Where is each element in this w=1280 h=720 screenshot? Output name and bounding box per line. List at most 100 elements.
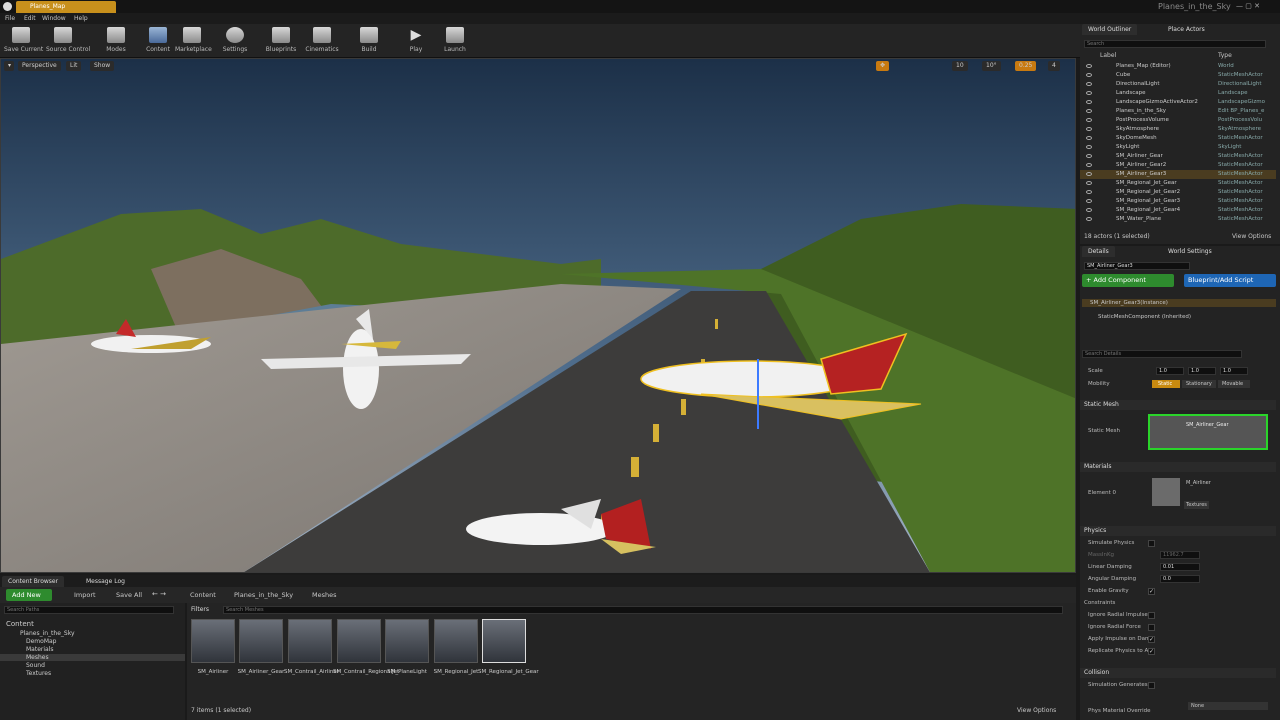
eye-icon[interactable]	[1086, 145, 1092, 149]
type-column-header[interactable]: Type	[1218, 52, 1232, 59]
view-options-button[interactable]: View Options	[1017, 707, 1056, 714]
tab-content-browser[interactable]: Content Browser	[2, 576, 65, 587]
cinematics-button[interactable]: Cinematics	[305, 26, 339, 56]
collision-section[interactable]: Collision	[1080, 668, 1276, 678]
filters-button[interactable]: Filters	[191, 606, 209, 613]
add-component-button[interactable]: + Add Component	[1082, 274, 1174, 287]
camera-speed-value[interactable]: 4	[1048, 61, 1060, 71]
outliner-row[interactable]: SM_Regional_Jet_Gear2 StaticMeshActor	[1080, 188, 1276, 197]
settings-button[interactable]: Settings	[218, 26, 252, 56]
asset-thumb-selected[interactable]	[482, 619, 526, 663]
eye-icon[interactable]	[1086, 109, 1092, 113]
outliner-row[interactable]: SkyLight SkyLight	[1080, 143, 1276, 152]
actor-name-field[interactable]: SM_Airliner_Gear3	[1084, 262, 1190, 270]
level-viewport[interactable]	[0, 58, 1076, 573]
static-mesh-value[interactable]: SM_Airliner_Gear	[1186, 422, 1229, 428]
eye-icon[interactable]	[1086, 190, 1092, 194]
ignore-impulse-checkbox[interactable]	[1148, 612, 1155, 619]
scale-snap-value[interactable]: 0.25	[1015, 61, 1037, 71]
asset-thumb[interactable]	[239, 619, 283, 663]
level-tab[interactable]: Planes_Map	[16, 1, 116, 13]
tree-planes[interactable]: Planes_in_the_Sky	[20, 630, 75, 637]
eye-icon[interactable]	[1086, 208, 1092, 212]
outliner-row[interactable]: SkyAtmosphere SkyAtmosphere	[1080, 125, 1276, 134]
tree-textures[interactable]: Textures	[26, 670, 51, 677]
outliner-row[interactable]: SM_Water_Plane StaticMeshActor	[1080, 215, 1276, 224]
eye-icon[interactable]	[1086, 127, 1092, 131]
eye-icon[interactable]	[1086, 181, 1092, 185]
breadcrumb-content[interactable]: Content	[190, 591, 216, 599]
asset-thumb[interactable]	[385, 619, 429, 663]
import-button[interactable]: Import	[74, 591, 96, 599]
simulate-physics-checkbox[interactable]	[1148, 540, 1155, 547]
play-button[interactable]: ▶ Play	[399, 26, 433, 56]
outliner-row[interactable]: SM_Airliner_Gear StaticMeshActor	[1080, 152, 1276, 161]
tab-details[interactable]: Details	[1082, 246, 1115, 257]
outliner-row[interactable]: LandscapeGizmoActiveActor2 LandscapeGizmo	[1080, 98, 1276, 107]
build-button[interactable]: Build	[352, 26, 386, 56]
mobility-movable[interactable]: Movable	[1218, 380, 1250, 388]
search-paths-input[interactable]: Search Paths	[4, 606, 174, 614]
instance-row[interactable]: SM_Airliner_Gear3(Instance)	[1082, 299, 1276, 307]
materials-section[interactable]: Materials	[1080, 462, 1276, 472]
linear-damping-field[interactable]: 0.01	[1160, 563, 1200, 571]
apply-impulse-checkbox[interactable]: ✓	[1148, 636, 1155, 643]
ignore-force-checkbox[interactable]	[1148, 624, 1155, 631]
scene-render[interactable]	[1, 59, 1076, 573]
outliner-row[interactable]: Planes_Map (Editor) World	[1080, 62, 1276, 71]
tab-place-actors[interactable]: Place Actors	[1162, 24, 1211, 35]
outliner-view-options[interactable]: View Options	[1232, 233, 1271, 240]
eye-icon[interactable]	[1086, 172, 1092, 176]
outliner-row[interactable]: SM_Airliner_Gear3 StaticMeshActor	[1080, 170, 1276, 179]
tab-message-log[interactable]: Message Log	[80, 576, 131, 587]
tab-world-outliner[interactable]: World Outliner	[1082, 24, 1138, 35]
textures-dropdown[interactable]: Textures	[1184, 501, 1209, 509]
window-controls[interactable]: — ▢ ✕	[1236, 2, 1276, 10]
blueprint-script-button[interactable]: Blueprint/Add Script	[1184, 274, 1276, 287]
static-mesh-thumbnail[interactable]	[1148, 414, 1268, 450]
eye-icon[interactable]	[1086, 154, 1092, 158]
scale-x-field[interactable]: 1.0	[1156, 367, 1184, 375]
outliner-row[interactable]: SkyDomeMesh StaticMeshActor	[1080, 134, 1276, 143]
outliner-row[interactable]: SM_Regional_Jet_Gear StaticMeshActor	[1080, 179, 1276, 188]
asset-thumb[interactable]	[288, 619, 332, 663]
outliner-row[interactable]: Planes_in_the_Sky Edit BP_Planes_e	[1080, 107, 1276, 116]
details-search-input[interactable]: Search Details	[1082, 350, 1242, 358]
material-value[interactable]: M_Airliner	[1186, 480, 1211, 486]
constraints-label[interactable]: Constraints	[1084, 600, 1115, 606]
phys-material-value[interactable]: None	[1188, 702, 1268, 710]
scale-y-field[interactable]: 1.0	[1188, 367, 1216, 375]
eye-icon[interactable]	[1086, 118, 1092, 122]
outliner-row[interactable]: Cube StaticMeshActor	[1080, 71, 1276, 80]
material-thumbnail[interactable]	[1152, 478, 1180, 506]
breadcrumb-project[interactable]: Planes_in_the_Sky	[234, 591, 293, 599]
tree-materials[interactable]: Materials	[26, 646, 54, 653]
asset-thumb[interactable]	[337, 619, 381, 663]
mobility-static[interactable]: Static	[1152, 380, 1180, 388]
tree-sound[interactable]: Sound	[26, 662, 45, 669]
scale-z-field[interactable]: 1.0	[1220, 367, 1248, 375]
tab-world-settings[interactable]: World Settings	[1162, 246, 1218, 257]
transform-icon[interactable]: ✥	[876, 61, 890, 71]
component-row[interactable]: StaticMeshComponent (Inherited)	[1098, 314, 1191, 320]
angular-damping-field[interactable]: 0.0	[1160, 575, 1200, 583]
menu-edit[interactable]: Edit	[24, 15, 36, 22]
angle-snap-value[interactable]: 10°	[982, 61, 1001, 71]
asset-thumb[interactable]	[434, 619, 478, 663]
outliner-row[interactable]: Landscape Landscape	[1080, 89, 1276, 98]
enable-gravity-checkbox[interactable]: ✓	[1148, 588, 1155, 595]
viewport-options-button[interactable]: ▾	[4, 61, 14, 71]
eye-icon[interactable]	[1086, 82, 1092, 86]
menu-help[interactable]: Help	[74, 15, 88, 22]
eye-icon[interactable]	[1086, 100, 1092, 104]
tree-content[interactable]: Content	[6, 620, 34, 628]
menu-file[interactable]: File	[5, 15, 15, 22]
perspective-button[interactable]: Perspective	[18, 61, 61, 71]
outliner-row[interactable]: DirectionalLight DirectionalLight	[1080, 80, 1276, 89]
mass-field[interactable]: 11962.7	[1160, 551, 1200, 559]
save-current-button[interactable]: Save Current	[4, 26, 43, 56]
eye-icon[interactable]	[1086, 73, 1092, 77]
outliner-row[interactable]: SM_Regional_Jet_Gear4 StaticMeshActor	[1080, 206, 1276, 215]
eye-icon[interactable]	[1086, 217, 1092, 221]
grid-snap-value[interactable]: 10	[952, 61, 968, 71]
